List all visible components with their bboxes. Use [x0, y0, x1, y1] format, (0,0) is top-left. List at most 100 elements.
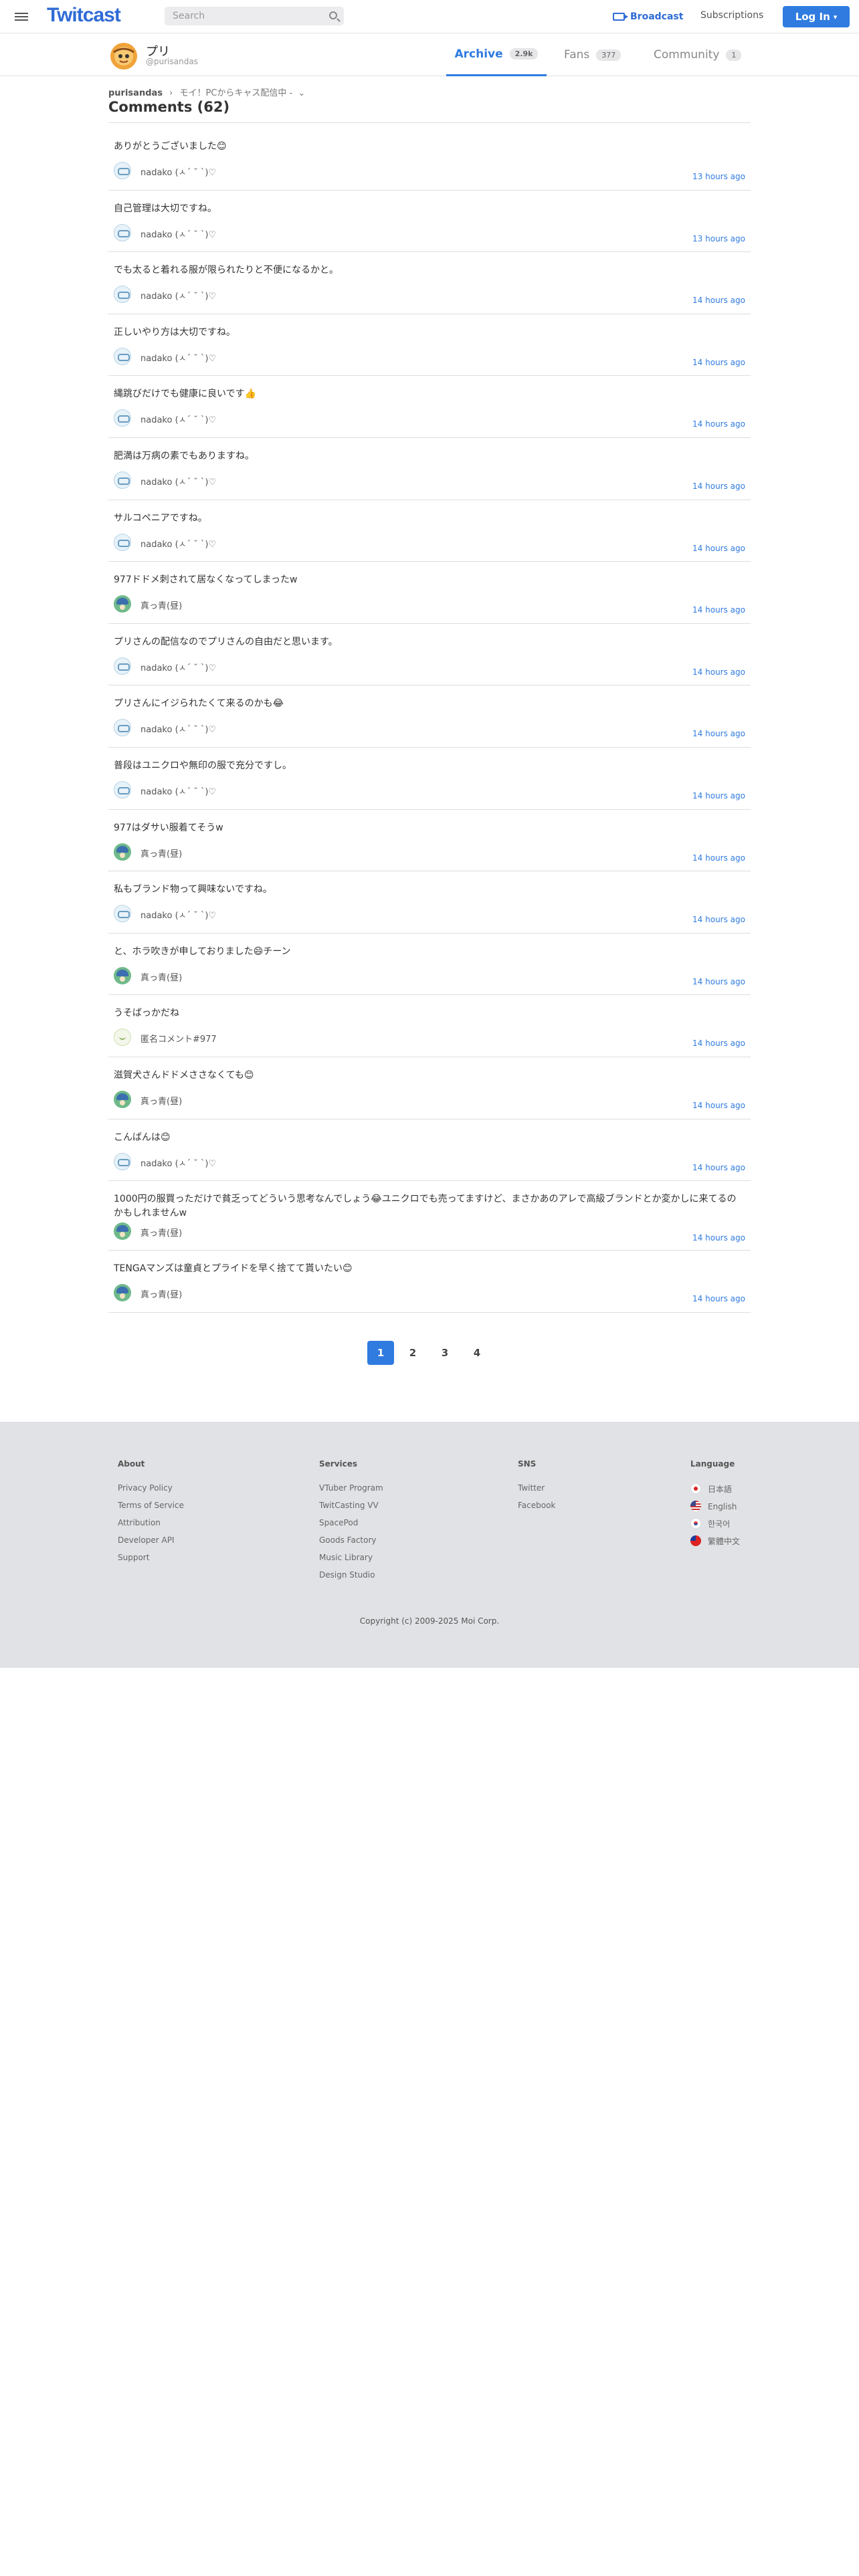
commenter-avatar[interactable] [114, 719, 131, 737]
comment-time[interactable]: 14 hours ago [692, 358, 745, 367]
footer-link[interactable]: Design Studio [319, 1570, 383, 1588]
commenter-avatar[interactable] [114, 1090, 131, 1108]
footer-link[interactable]: Music Library [319, 1553, 383, 1570]
commenter-name[interactable]: 真っ青(昼) [140, 1094, 182, 1107]
search-icon[interactable] [329, 11, 337, 19]
footer-link[interactable]: VTuber Program [319, 1483, 383, 1501]
commenter-name[interactable]: nadako (ㅅ´ ˘ `)♡ [140, 784, 216, 797]
commenter-name[interactable]: nadako (ㅅ´ ˘ `)♡ [140, 413, 216, 425]
tab-community[interactable]: Community 1 [654, 33, 742, 76]
footer-link[interactable]: Facebook [518, 1501, 555, 1518]
commenter-avatar[interactable] [114, 162, 131, 179]
commenter-avatar[interactable] [114, 966, 131, 984]
comment-time[interactable]: 14 hours ago [692, 419, 745, 429]
broadcast-button[interactable]: Broadcast [613, 9, 683, 24]
footer-link[interactable]: Terms of Service [118, 1501, 184, 1518]
search-input[interactable] [165, 7, 318, 25]
commenter-name[interactable]: nadako (ㅅ´ ˘ `)♡ [140, 351, 216, 364]
comment-time[interactable]: 14 hours ago [692, 977, 745, 986]
commenter-name[interactable]: 真っ青(昼) [140, 1226, 182, 1239]
footer-link[interactable]: Support [118, 1553, 184, 1570]
commenter-avatar[interactable] [114, 347, 131, 365]
language-japanese[interactable]: 日本語 [690, 1483, 740, 1501]
footer-link[interactable]: Privacy Policy [118, 1483, 184, 1501]
commenter-avatar[interactable] [114, 223, 131, 241]
commenter-name[interactable]: nadako (ㅅ´ ˘ `)♡ [140, 661, 216, 673]
comment-time[interactable]: 14 hours ago [692, 667, 745, 677]
page-3-button[interactable]: 3 [432, 1341, 458, 1365]
comment-time[interactable]: 14 hours ago [692, 853, 745, 863]
user-avatar[interactable] [108, 41, 139, 71]
comment-time[interactable]: 14 hours ago [692, 1294, 745, 1303]
login-button[interactable]: Log In ▾ [783, 6, 850, 27]
commenter-avatar[interactable] [114, 409, 131, 427]
commenter-name[interactable]: nadako (ㅅ´ ˘ `)♡ [140, 1156, 216, 1169]
commenter-avatar[interactable] [114, 1152, 131, 1170]
footer: About Privacy Policy Terms of Service At… [0, 1422, 859, 1668]
comment-time[interactable]: 14 hours ago [692, 544, 745, 553]
language-traditional-chinese[interactable]: 繁體中文 [690, 1535, 740, 1553]
footer-link[interactable]: Twitter [518, 1483, 555, 1501]
comment-time[interactable]: 14 hours ago [692, 1163, 745, 1172]
commenter-name[interactable]: nadako (ㅅ´ ˘ `)♡ [140, 227, 216, 240]
commenter-name[interactable]: 真っ青(昼) [140, 599, 182, 611]
commenter-avatar[interactable] [114, 1029, 131, 1047]
comment-item: 977はダサい服着てそうw 真っ青(昼) 14 hours ago [108, 810, 751, 872]
comment-time[interactable]: 14 hours ago [692, 1039, 745, 1048]
comment-item: 自己管理は大切ですね。 nadako (ㅅ´ ˘ `)♡ 13 hours ago [108, 191, 751, 253]
comment-time[interactable]: 14 hours ago [692, 481, 745, 491]
language-english[interactable]: English [690, 1501, 740, 1518]
commenter-name[interactable]: nadako (ㅅ´ ˘ `)♡ [140, 908, 216, 921]
comment-time[interactable]: 14 hours ago [692, 1101, 745, 1110]
tab-archive[interactable]: Archive 2.9k [446, 33, 547, 76]
commenter-name[interactable]: nadako (ㅅ´ ˘ `)♡ [140, 722, 216, 735]
commenter-avatar[interactable] [114, 657, 131, 675]
comment-text: 私もブランド物って興味ないですね。 [114, 884, 272, 895]
breadcrumb-movie[interactable]: モイ！PCからキャス配信中 - [180, 88, 293, 98]
commenter-avatar[interactable] [114, 780, 131, 798]
subscriptions-link[interactable]: Subscriptions [700, 10, 763, 21]
commenter-avatar[interactable] [114, 286, 131, 304]
footer-link[interactable]: Goods Factory [319, 1535, 383, 1553]
page-1-button[interactable]: 1 [367, 1341, 394, 1365]
chevron-down-icon[interactable]: ⌄ [298, 88, 305, 98]
commenter-avatar[interactable] [114, 471, 131, 489]
commenter-name[interactable]: 真っ青(昼) [140, 970, 182, 983]
footer-link[interactable]: Developer API [118, 1535, 184, 1553]
comment-item: 普段はユニクロや無印の服で充分ですし。 nadako (ㅅ´ ˘ `)♡ 14 ho… [108, 748, 751, 810]
menu-icon[interactable] [15, 11, 29, 23]
comment-time[interactable]: 13 hours ago [692, 234, 745, 243]
footer-link[interactable]: Attribution [118, 1518, 184, 1535]
commenter-avatar[interactable] [114, 595, 131, 613]
twitcast-logo[interactable]: Twitcast [47, 4, 121, 27]
commenter-name[interactable]: nadako (ㅅ´ ˘ `)♡ [140, 475, 216, 488]
breadcrumb-user[interactable]: purisandas [108, 88, 163, 98]
footer-link[interactable]: TwitCasting VV [319, 1501, 383, 1518]
page-4-button[interactable]: 4 [464, 1341, 490, 1365]
commenter-name[interactable]: 匿名コメント#977 [140, 1032, 217, 1045]
comment-time[interactable]: 14 hours ago [692, 791, 745, 800]
commenter-avatar[interactable] [114, 905, 131, 923]
commenter-avatar[interactable] [114, 843, 131, 861]
footer-language: Language 日本語 English 한국어 繁體中文 [690, 1459, 740, 1553]
comment-time[interactable]: 14 hours ago [692, 915, 745, 924]
page-2-button[interactable]: 2 [399, 1341, 426, 1365]
language-korean[interactable]: 한국어 [690, 1518, 740, 1535]
commenter-name[interactable]: nadako (ㅅ´ ˘ `)♡ [140, 165, 216, 178]
comment-time[interactable]: 14 hours ago [692, 729, 745, 738]
commenter-name[interactable]: 真っ青(昼) [140, 847, 182, 859]
page-title: Comments (62) [108, 99, 230, 115]
comment-time[interactable]: 14 hours ago [692, 296, 745, 305]
commenter-name[interactable]: nadako (ㅅ´ ˘ `)♡ [140, 537, 216, 550]
commenter-avatar[interactable] [114, 533, 131, 551]
comment-time[interactable]: 14 hours ago [692, 605, 745, 615]
commenter-name[interactable]: 真っ青(昼) [140, 1287, 182, 1300]
commenter-avatar[interactable] [114, 1284, 131, 1302]
commenter-name[interactable]: nadako (ㅅ´ ˘ `)♡ [140, 289, 216, 302]
comment-text: 縄跳びだけでも健康に良いです👍 [114, 389, 257, 400]
tab-fans[interactable]: Fans 377 [564, 33, 622, 76]
comment-time[interactable]: 13 hours ago [692, 172, 745, 181]
commenter-avatar[interactable] [114, 1222, 131, 1241]
footer-link[interactable]: SpacePod [319, 1518, 383, 1535]
comment-time[interactable]: 14 hours ago [692, 1233, 745, 1243]
